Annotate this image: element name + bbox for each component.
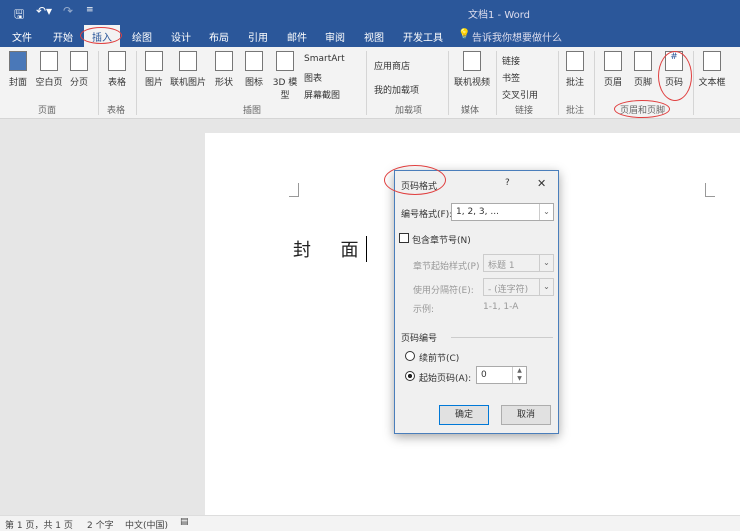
word-count[interactable]: 2 个字 xyxy=(87,518,114,531)
example-value: 1-1, 1-A xyxy=(483,302,519,312)
tab-developer[interactable]: 开发工具 xyxy=(403,29,443,44)
comment-button[interactable]: 批注 xyxy=(562,51,588,88)
margin-mark xyxy=(705,183,715,197)
blank-page-button[interactable]: 空白页 xyxy=(32,51,66,88)
format-select[interactable]: 1, 2, 3, ... ⌄ xyxy=(451,203,554,221)
start-at-spinner[interactable]: 0 ▲ ▼ xyxy=(476,366,527,384)
example-label: 示例: xyxy=(413,305,435,315)
language[interactable]: 中文(中国) xyxy=(125,518,168,531)
tab-mailings[interactable]: 邮件 xyxy=(287,29,307,44)
tab-layout[interactable]: 布局 xyxy=(209,29,229,44)
help-button[interactable]: ? xyxy=(505,178,510,188)
close-button[interactable]: ✕ xyxy=(537,177,546,190)
tab-file[interactable]: 文件 xyxy=(12,29,32,44)
page-count[interactable]: 第 1 页，共 1 页 xyxy=(5,518,73,531)
tab-view[interactable]: 视图 xyxy=(364,29,384,44)
store-button[interactable]: 应用商店 xyxy=(374,59,410,72)
annotation-ellipse xyxy=(658,51,692,101)
lightbulb-icon: 💡 xyxy=(458,29,471,40)
group-label: 插图 xyxy=(243,106,262,116)
header-button[interactable]: 页眉 xyxy=(600,51,626,88)
group-label: 表格 xyxy=(107,106,126,116)
start-at-radio[interactable] xyxy=(405,371,415,381)
cross-reference-button[interactable]: 交叉引用 xyxy=(502,88,538,101)
window-title: 文档1 - Word xyxy=(468,10,531,21)
include-chapter-checkbox[interactable] xyxy=(399,233,409,243)
footer-button[interactable]: 页脚 xyxy=(630,51,656,88)
annotation-ellipse xyxy=(80,27,122,44)
chapter-style-select[interactable]: 标题 1 ⌄ xyxy=(483,254,554,272)
group-label: 页面 xyxy=(38,106,57,116)
textbox-button[interactable]: 文本框 xyxy=(697,51,727,88)
chapter-style-label: 章节起始样式(P) xyxy=(413,262,480,272)
page-number-format-dialog: 页码格式 ? ✕ 编号格式(F): 1, 2, 3, ... ⌄ 包含章节号(N)… xyxy=(394,170,559,434)
ok-button[interactable]: 确定 xyxy=(439,405,489,425)
chevron-down-icon: ⌄ xyxy=(539,204,553,220)
cover-button[interactable]: 封面 xyxy=(6,51,30,88)
annotation-ellipse xyxy=(384,165,446,195)
include-chapter-label[interactable]: 包含章节号(N) xyxy=(412,233,471,246)
undo-icon[interactable]: ↶▾ xyxy=(36,4,52,18)
group-label: 链接 xyxy=(515,106,534,116)
section-title: 页码编号 xyxy=(401,334,438,344)
group-label: 媒体 xyxy=(461,106,480,116)
format-label: 编号格式(F): xyxy=(401,210,453,220)
group-label: 批注 xyxy=(566,106,585,116)
tab-draw[interactable]: 绘图 xyxy=(132,29,152,44)
chart-button[interactable]: 图表 xyxy=(304,71,322,84)
separator-select[interactable]: - (连字符) ⌄ xyxy=(483,278,554,296)
smartart-button[interactable]: SmartArt xyxy=(304,54,345,64)
continue-radio[interactable] xyxy=(405,351,415,361)
tab-home[interactable]: 开始 xyxy=(53,29,73,44)
tab-references[interactable]: 引用 xyxy=(248,29,268,44)
tab-design[interactable]: 设计 xyxy=(171,29,191,44)
separator-label: 使用分隔符(E): xyxy=(413,286,474,296)
group-label: 加载项 xyxy=(395,106,423,116)
screenshot-button[interactable]: 屏幕截图 xyxy=(304,88,340,101)
shapes-button[interactable]: 形状 xyxy=(210,51,238,88)
continue-label[interactable]: 续前节(C) xyxy=(419,351,459,364)
macro-icon[interactable]: ▤ xyxy=(180,517,189,527)
online-video-button[interactable]: 联机视频 xyxy=(452,51,492,88)
title-bar: 🖫 ↶▾ ↷ ≡ 文档1 - Word xyxy=(0,0,740,25)
save-icon[interactable]: 🖫 xyxy=(14,5,24,26)
3d-model-button[interactable]: 3D 模型 xyxy=(270,51,300,101)
picture-button[interactable]: 图片 xyxy=(141,51,167,88)
status-bar: 第 1 页，共 1 页 2 个字 中文(中国) ▤ xyxy=(0,515,740,531)
start-at-label[interactable]: 起始页码(A): xyxy=(419,371,471,384)
tell-me-input[interactable]: 告诉我你想要做什么 xyxy=(472,29,562,44)
customize-icon[interactable]: ≡ xyxy=(86,5,94,15)
document-text[interactable]: 封 面 xyxy=(293,236,368,262)
link-button[interactable]: 链接 xyxy=(502,54,520,67)
page-break-button[interactable]: 分页 xyxy=(66,51,92,88)
annotation-ellipse xyxy=(614,100,670,118)
bookmark-button[interactable]: 书签 xyxy=(502,71,520,84)
cancel-button[interactable]: 取消 xyxy=(501,405,551,425)
my-addins-button[interactable]: 我的加载项 xyxy=(374,83,419,96)
icons-button[interactable]: 图标 xyxy=(240,51,268,88)
table-button[interactable]: 表格 xyxy=(104,51,130,88)
tab-review[interactable]: 审阅 xyxy=(325,29,345,44)
redo-icon[interactable]: ↷ xyxy=(63,4,73,18)
online-picture-button[interactable]: 联机图片 xyxy=(168,51,208,88)
margin-mark xyxy=(289,183,299,197)
